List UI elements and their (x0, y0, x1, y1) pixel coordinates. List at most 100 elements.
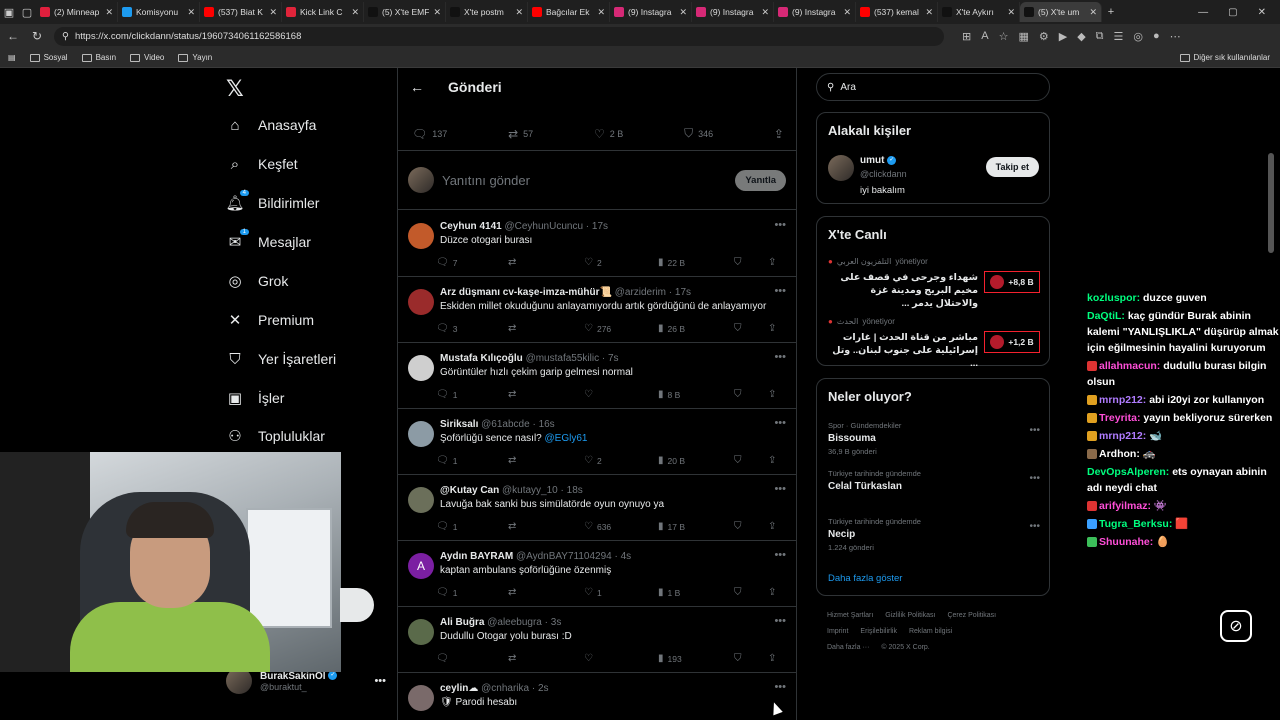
follow-button[interactable]: Takip et (985, 157, 1039, 177)
avatar[interactable] (408, 421, 434, 447)
browser-tab[interactable]: (9) Instagra ✕ (610, 2, 692, 22)
back-arrow-icon[interactable]: ← (410, 79, 424, 95)
timestamp[interactable]: 3s (551, 617, 562, 628)
repost-action[interactable]: ⇄ (508, 653, 520, 664)
share-action[interactable]: ⇪ (768, 257, 776, 268)
repost-action[interactable]: ⇄ 57 (508, 126, 533, 141)
repost-action[interactable]: ⇄ (508, 455, 520, 466)
favorite-star-icon[interactable]: ☆ (999, 30, 1009, 43)
timestamp[interactable]: 17s (592, 221, 608, 232)
url-bar[interactable]: ⚲ https://x.com/clickdann/status/1960734… (54, 26, 944, 46)
views-action[interactable]: ▮ 17 B (658, 521, 685, 532)
avatar[interactable] (408, 619, 434, 645)
browser-tab[interactable]: Kick Link C ✕ (282, 2, 364, 22)
reply-action[interactable]: 🗨︎ 1 (436, 587, 457, 598)
more-icon[interactable]: ••• (774, 417, 786, 429)
browser-tab[interactable]: (537) kemal ✕ (856, 2, 938, 22)
tweet[interactable]: ceylin☁ @cnharika · 2s ••• 🛡 Parodi hesabı (398, 673, 796, 720)
bookmark-folder[interactable]: Video (130, 53, 164, 62)
like-action[interactable]: ♡ 636 (584, 521, 611, 532)
more-icon[interactable]: ••• (374, 675, 386, 687)
like-action[interactable]: ♡ 276 (584, 323, 611, 334)
avatar[interactable]: A (408, 553, 434, 579)
close-tab-icon[interactable]: ✕ (515, 7, 523, 18)
share-action[interactable]: ⇪ (774, 126, 784, 141)
browser-tab[interactable]: Komisyonu ✕ (118, 2, 200, 22)
bookmark-action[interactable]: ⛉ (734, 653, 742, 664)
author-name[interactable]: Arz düşmanı cv-kaşe-imza-mühür📜 (440, 287, 612, 298)
footer-link[interactable]: Reklam bilgisi (909, 628, 952, 635)
bookmark-folder[interactable]: Basın (81, 53, 116, 62)
close-tab-icon[interactable]: ✕ (187, 7, 195, 18)
nav-item[interactable]: ⛉ Yer İşaretleri (226, 350, 336, 368)
author-name[interactable]: Ali Buğra (440, 617, 484, 628)
author-name[interactable]: Mustafa Kılıçoğlu (440, 353, 523, 364)
close-tab-icon[interactable]: ✕ (679, 7, 687, 18)
footer-link[interactable]: Gizlilik Politikası (885, 612, 935, 619)
collections-icon[interactable]: ◎ (1133, 30, 1143, 43)
views-action[interactable]: ▮ 193 (658, 653, 682, 664)
bookmark-folder[interactable]: Yayın (178, 53, 212, 62)
tweet[interactable]: Ali Buğra @aleebugra · 3s ••• Dudullu Otog… (398, 607, 796, 673)
browser-tab[interactable]: (2) Minneap ✕ (36, 2, 118, 22)
more-icon[interactable]: ••• (774, 219, 786, 231)
extension-icon[interactable]: ▦ (1018, 30, 1028, 43)
trend-item[interactable]: Türkiye tarihinde gündemde Necip 1.224 gön… (828, 517, 1040, 552)
close-window-icon[interactable]: ✕ (1258, 7, 1266, 18)
share-action[interactable]: ⇪ (768, 323, 776, 334)
repost-action[interactable]: ⇄ (508, 257, 520, 268)
extension-icon[interactable]: ▶ (1059, 30, 1067, 43)
new-tab-icon[interactable]: + (1102, 6, 1120, 18)
footer-link[interactable]: Imprint (827, 628, 848, 635)
reply-action[interactable]: 🗨︎ 1 (436, 521, 457, 532)
browser-tab[interactable]: (537) Biat K ✕ (200, 2, 282, 22)
bookmark-manager-icon[interactable]: ▤ (8, 53, 16, 62)
views-action[interactable]: ▮ 22 B (658, 257, 685, 268)
post-button-partial[interactable] (340, 588, 374, 622)
read-aloud-icon[interactable]: A (981, 30, 988, 43)
repost-action[interactable]: ⇄ (508, 389, 520, 400)
browser-tab[interactable]: (5) X'te um ✕ (1020, 2, 1102, 22)
bookmark-action[interactable]: ⛉ (734, 521, 742, 532)
search-input[interactable]: ⚲ Ara (816, 73, 1050, 101)
footer-link[interactable]: Çerez Politikası (947, 612, 996, 619)
more-icon[interactable]: ••• (774, 615, 786, 627)
author-name[interactable]: @Kutay Can (440, 485, 499, 496)
more-icon[interactable]: ••• (774, 681, 786, 693)
nav-item[interactable]: ⌂ Anasayfa (226, 116, 316, 134)
close-tab-icon[interactable]: ✕ (761, 7, 769, 18)
close-tab-icon[interactable]: ✕ (1007, 7, 1015, 18)
browser-tab[interactable]: (9) Instagra ✕ (692, 2, 774, 22)
reply-action[interactable]: 🗨︎ 3 (436, 323, 457, 334)
back-icon[interactable]: ← (6, 29, 20, 43)
browser-tab[interactable]: X'te Aykırı ✕ (938, 2, 1020, 22)
browser-tab[interactable]: (5) X'te EMF ✕ (364, 2, 446, 22)
share-action[interactable]: ⇪ (768, 455, 776, 466)
other-bookmarks[interactable]: Diğer sık kullanılanlar (1179, 53, 1280, 62)
reply-action[interactable]: 🗨︎ 1 (436, 389, 457, 400)
timestamp[interactable]: 17s (675, 287, 691, 298)
reply-action[interactable]: 🗨︎ 7 (436, 257, 457, 268)
close-tab-icon[interactable]: ✕ (597, 7, 605, 18)
share-action[interactable]: ⇪ (768, 389, 776, 400)
repost-action[interactable]: ⇄ (508, 521, 520, 532)
like-action[interactable]: ♡ (584, 389, 597, 400)
extension-icon[interactable]: ⚙ (1039, 30, 1049, 43)
views-action[interactable]: ▮ 1 B (658, 587, 680, 598)
more-icon[interactable]: ••• (774, 351, 786, 363)
tweet[interactable]: Arz düşmanı cv-kaşe-imza-mühür📜 @arzider… (398, 277, 796, 343)
share-action[interactable]: ⇪ (768, 587, 776, 598)
author-name[interactable]: Ceyhun 4141 (440, 221, 502, 232)
user-name[interactable]: umut (860, 155, 884, 166)
author-name[interactable]: ceylin☁ (440, 683, 478, 694)
more-icon[interactable]: ••• (1029, 473, 1040, 484)
tweet[interactable]: A Aydın BAYRAM @AydnBAY71104294 · 4s ••• ka… (398, 541, 796, 607)
timestamp[interactable]: 2s (538, 683, 549, 694)
like-action[interactable]: ♡ 2 (584, 257, 602, 268)
live-broadcast[interactable]: ● التلفزيون العربي yönetiyor شهداء وجرحى في… (828, 257, 1040, 309)
favorites-icon[interactable]: ☰ (1114, 30, 1124, 43)
site-info-icon[interactable]: ⚲ (62, 31, 69, 42)
close-tab-icon[interactable]: ✕ (1089, 7, 1097, 18)
menu-icon[interactable]: ⋯ (1170, 30, 1181, 43)
close-tab-icon[interactable]: ✕ (105, 7, 113, 18)
